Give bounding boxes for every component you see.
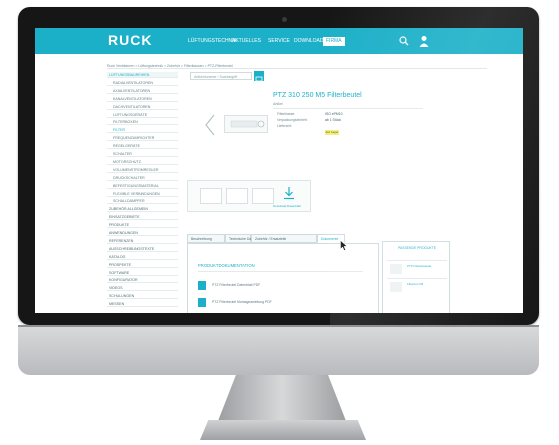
- thumbnail[interactable]: [226, 188, 248, 204]
- tab-technical-data[interactable]: Technische Daten: [225, 234, 256, 243]
- sidebar-item[interactable]: SCHALTER: [107, 151, 178, 157]
- sidebar-item[interactable]: FLEXIBLE VERBINDUNGEN: [107, 191, 178, 197]
- tab-description[interactable]: Beschreibung: [187, 234, 225, 243]
- panel-divider: [198, 271, 363, 272]
- sidebar-item[interactable]: REGELGERÄTE: [107, 143, 178, 150]
- sidebar-item[interactable]: ANWENDUNGEN: [107, 230, 178, 236]
- nav-item-active[interactable]: FIRMA: [323, 37, 345, 46]
- spec-label: Filterklasse:: [277, 112, 296, 116]
- spec-label: Verpackungseinheit:: [277, 118, 308, 122]
- related-product[interactable]: Filterbox FB: [387, 278, 447, 295]
- chevron-left-icon[interactable]: [203, 114, 217, 136]
- document-link[interactable]: PTZ Filterbeutel Montageanleitung PDF: [212, 300, 272, 304]
- site-header: RUCK LÜFTUNGSTECHNIK AKTUELLES SERVICE D…: [35, 28, 523, 54]
- sidebar-item[interactable]: KANALVENTILATOREN: [107, 96, 178, 102]
- related-product-image: [390, 282, 402, 292]
- search-button[interactable]: [254, 71, 264, 82]
- sidebar-item[interactable]: RADIALVENTILATOREN: [107, 80, 178, 86]
- chin-divider: [18, 325, 539, 327]
- document-row[interactable]: PTZ Filterbeutel Montageanleitung PDF: [198, 298, 368, 310]
- spec-label: Lieferzeit:: [277, 124, 292, 128]
- webcam-icon: [282, 17, 287, 22]
- sidebar-item[interactable]: AXIALVENTILATOREN: [107, 88, 178, 94]
- monitor-stand-foot: [200, 420, 366, 440]
- panel-heading: PRODUKTDOKUMENTATION: [198, 263, 255, 268]
- product-subtitle: Artikel: [273, 102, 283, 106]
- sidebar-item[interactable]: FILTERBOXEN: [107, 119, 178, 126]
- article-search-input[interactable]: Artikelnummer / Suchbegriff: [190, 72, 252, 80]
- mouse-cursor-icon: [340, 240, 348, 251]
- product-image[interactable]: [224, 115, 268, 133]
- sidebar-item[interactable]: FILTER: [107, 127, 178, 134]
- search-icon[interactable]: [399, 36, 409, 46]
- search-placeholder: Artikelnummer / Suchbegriff: [194, 75, 238, 79]
- tab-panel-documents: PRODUKTDOKUMENTATION PTZ Filterbeutel Da…: [187, 243, 379, 313]
- stock-badge: Auf Lager: [325, 130, 339, 135]
- sidebar-item[interactable]: VIDEOS: [107, 285, 178, 292]
- related-product-link[interactable]: PTZ Filterkassette: [407, 264, 445, 268]
- sidebar-item[interactable]: PROSPEKTE: [107, 262, 178, 268]
- sidebar-item[interactable]: DACHVENTILATOREN: [107, 104, 178, 110]
- sidebar-item[interactable]: EINSATZGEBIETE: [107, 214, 178, 221]
- monitor-stand-neck: [218, 375, 346, 421]
- sidebar-item[interactable]: MOTORSCHUTZ: [107, 159, 178, 165]
- related-product-image: [390, 264, 402, 274]
- product-title: PTZ 310 250 M5 Filterbeutel: [273, 92, 362, 99]
- pdf-file-icon: [198, 281, 206, 290]
- sidebar-item[interactable]: REFERENZEN: [107, 238, 178, 244]
- search-button-icon: [255, 76, 263, 82]
- site-logo[interactable]: RUCK: [108, 32, 152, 48]
- sidebar-item[interactable]: LÜFTUNGSGERÄTE: [107, 112, 178, 118]
- sidebar-item[interactable]: LÜFTUNGSBAUREIHEN: [107, 72, 178, 78]
- related-products-box: PASSENDE PRODUKTE PTZ Filterkassette Fil…: [382, 241, 450, 313]
- sidebar-item[interactable]: VOLUMENSTROMREGLER: [107, 167, 178, 173]
- spec-value: ab 1 Stück: [325, 118, 342, 122]
- related-product[interactable]: PTZ Filterkassette: [387, 260, 447, 277]
- document-row[interactable]: PTZ Filterbeutel Datenblatt PDF: [198, 281, 368, 293]
- nav-item[interactable]: SERVICE: [265, 37, 293, 46]
- sidebar-item[interactable]: MESSEN: [107, 301, 178, 308]
- download-label[interactable]: Download Datenblatt: [273, 204, 301, 208]
- download-icon[interactable]: [283, 186, 295, 200]
- related-products-title: PASSENDE PRODUKTE: [398, 246, 436, 250]
- sidebar-item[interactable]: FREQUENZUMRICHTER: [107, 135, 178, 142]
- pdf-file-icon: [198, 298, 206, 307]
- user-icon[interactable]: [419, 35, 429, 47]
- sidebar-item[interactable]: AUSSCHREIBUNGSTEXTE: [107, 246, 178, 252]
- sidebar-item[interactable]: KONFIGURATOR: [107, 277, 178, 284]
- document-link[interactable]: PTZ Filterbeutel Datenblatt PDF: [212, 283, 260, 287]
- sidebar-item[interactable]: DRUCKSCHALTER: [107, 175, 178, 181]
- thumbnail[interactable]: [252, 188, 274, 204]
- tab-accessories[interactable]: Zubehör / Ersatzteile: [251, 234, 317, 243]
- sidebar-item[interactable]: SCHULUNGEN: [107, 293, 178, 300]
- sidebar-item[interactable]: SOFTWARE: [107, 270, 178, 276]
- sidebar-item[interactable]: SCHALLDÄMPFER: [107, 198, 178, 205]
- monitor-chin: [18, 325, 539, 375]
- spec-value: ISO ePM10: [325, 112, 343, 116]
- sidebar-item[interactable]: KATALOG: [107, 254, 178, 260]
- sidebar-item[interactable]: BEFESTIGUNGSMATERIAL: [107, 183, 178, 189]
- thumbnail[interactable]: [200, 188, 222, 204]
- breadcrumb-divider: [107, 68, 487, 69]
- filter-bag-image: [230, 120, 265, 128]
- nav-item[interactable]: AKTUELLES: [229, 37, 264, 46]
- sidebar-item[interactable]: ZUBEHÖR ALLGEMEIN: [107, 206, 178, 213]
- monitor-screen: RUCK LÜFTUNGSTECHNIK AKTUELLES SERVICE D…: [35, 28, 523, 313]
- sidebar-item[interactable]: PRODUKTE: [107, 222, 178, 229]
- product-divider: [273, 108, 423, 109]
- related-product-link[interactable]: Filterbox FB: [407, 282, 445, 286]
